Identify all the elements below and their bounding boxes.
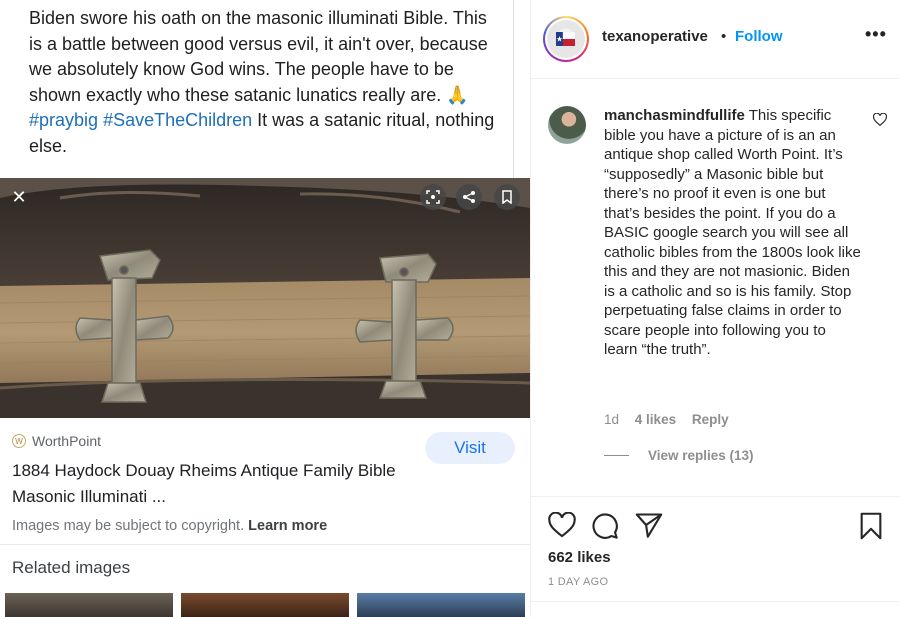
- divider: [0, 544, 530, 545]
- texas-flag-icon: [556, 31, 576, 46]
- source-line: W WorthPoint: [12, 433, 101, 449]
- related-thumbnail[interactable]: [181, 593, 349, 617]
- worthpoint-logo-icon: W: [12, 434, 26, 448]
- copyright-notice: Images may be subject to copyright. Lear…: [12, 518, 327, 534]
- comment-body: manchasmindfullife This specific bible y…: [604, 106, 862, 360]
- hashtag-praybig: #praybig: [29, 110, 99, 130]
- paper-plane-icon[interactable]: [635, 512, 663, 538]
- post-image[interactable]: Biden swore his oath on the masonic illu…: [0, 0, 530, 617]
- related-thumbnails: [5, 593, 525, 617]
- visit-button[interactable]: Visit: [425, 432, 515, 464]
- bookmark-icon[interactable]: [859, 512, 883, 540]
- hashtag-savethechildren: #SaveTheChildren: [103, 110, 253, 130]
- related-images-heading: Related images: [12, 558, 131, 577]
- source-name: WorthPoint: [32, 433, 101, 449]
- reply-button[interactable]: Reply: [692, 412, 729, 427]
- comment-likes[interactable]: 4 likes: [635, 412, 676, 427]
- tweet-text-part-2: It was a satanic ritual, nothing else.: [29, 110, 495, 156]
- comment-meta: 1d 4 likes Reply: [604, 412, 741, 427]
- heart-icon[interactable]: [548, 512, 576, 538]
- tweet-text: Biden swore his oath on the masonic illu…: [29, 6, 497, 159]
- commenter-avatar[interactable]: [548, 106, 586, 144]
- bookmark-outline-icon[interactable]: [494, 184, 520, 210]
- post-author-username[interactable]: texanoperative: [602, 28, 708, 45]
- view-replies-label: View replies (13): [648, 448, 754, 463]
- search-result: W WorthPoint Visit 1884 Haydock Douay Rh…: [0, 418, 530, 546]
- follow-button[interactable]: Follow: [735, 28, 783, 45]
- comment-bubble-icon[interactable]: [591, 512, 619, 540]
- comments-panel: texanoperative • Follow ••• manchasmindf…: [530, 0, 900, 617]
- comment-text: This specific bible you have a picture o…: [604, 107, 861, 358]
- commenter-username[interactable]: manchasmindfullife: [604, 107, 745, 124]
- share-icon[interactable]: [456, 184, 482, 210]
- lens-icon[interactable]: [420, 184, 446, 210]
- more-options-icon[interactable]: •••: [865, 24, 887, 45]
- related-thumbnail[interactable]: [5, 593, 173, 617]
- result-title[interactable]: 1884 Haydock Douay Rheims Antique Family…: [12, 458, 422, 510]
- post-date[interactable]: 1 DAY AGO: [548, 576, 608, 588]
- comment-age: 1d: [604, 412, 620, 427]
- separator-dot: •: [721, 28, 727, 45]
- praying-hands-emoji: 🙏: [446, 84, 469, 105]
- close-icon[interactable]: ✕: [6, 184, 32, 210]
- instagram-post-view: Biden swore his oath on the masonic illu…: [0, 0, 900, 617]
- post-header: texanoperative • Follow •••: [531, 0, 900, 79]
- view-replies-button[interactable]: View replies (13): [604, 448, 754, 463]
- copyright-text: Images may be subject to copyright.: [12, 518, 245, 534]
- replies-line: [604, 455, 629, 456]
- bible-illustration: [0, 178, 530, 418]
- divider: [531, 601, 900, 602]
- bible-photo: ✕: [0, 178, 530, 418]
- related-thumbnail[interactable]: [357, 593, 525, 617]
- learn-more-link[interactable]: Learn more: [248, 518, 327, 534]
- comment-like-heart-icon[interactable]: [873, 113, 887, 126]
- profile-avatar[interactable]: [543, 16, 589, 62]
- tweet-text-part-1: Biden swore his oath on the masonic illu…: [29, 8, 488, 105]
- likes-count[interactable]: 662 likes: [548, 549, 611, 566]
- tweet-card: Biden swore his oath on the masonic illu…: [0, 0, 514, 178]
- action-bar: 662 likes 1 DAY AGO: [531, 496, 900, 617]
